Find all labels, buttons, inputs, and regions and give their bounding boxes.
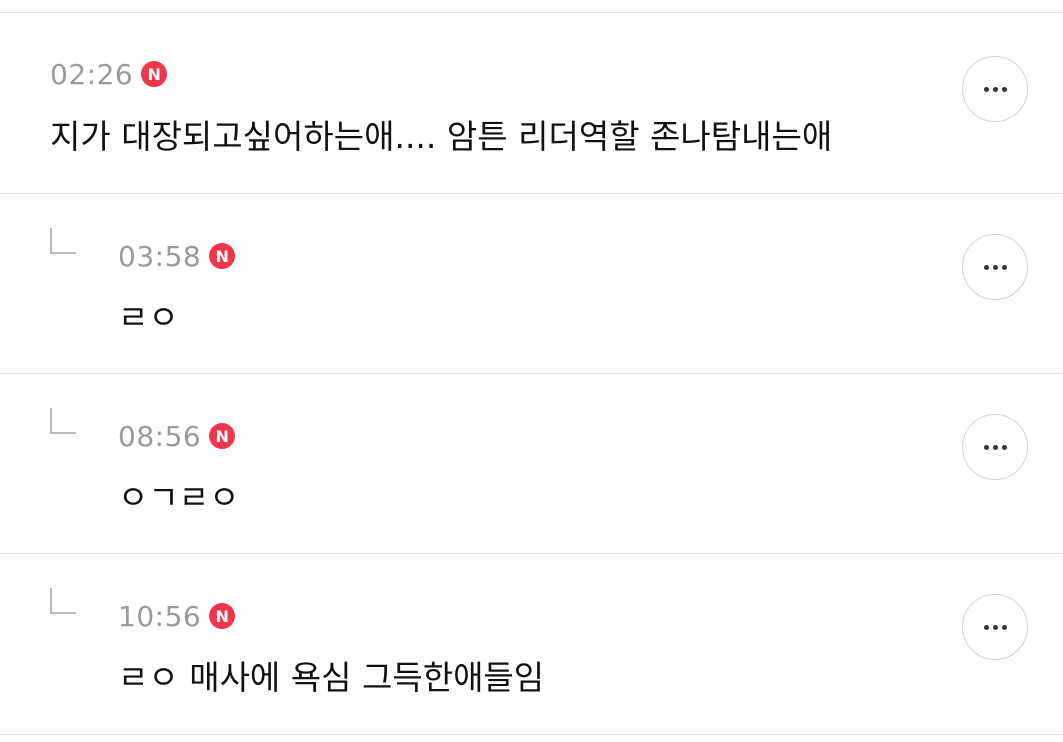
new-badge-icon: N	[141, 61, 168, 87]
reply-arrow-icon	[50, 228, 76, 254]
comment-text: ㅇㄱㄹㅇ	[118, 478, 240, 517]
comment-meta: 03:58 N	[118, 238, 236, 274]
comment-time: 03:58	[118, 239, 202, 273]
new-badge-icon: N	[209, 423, 236, 449]
reply-item: 03:58 N ㄹㅇ	[0, 194, 1063, 374]
more-options-button[interactable]	[962, 414, 1028, 480]
reply-item: 08:56 N ㅇㄱㄹㅇ	[0, 374, 1063, 554]
comment-item: 02:26 N 지가 대장되고싶어하는애.... 암튼 리더역할 존나탐내는애	[0, 13, 1063, 193]
comment-text: ㄹㅇ	[118, 298, 179, 337]
comment-meta: 02:26 N	[50, 56, 168, 92]
reply-item: 10:56 N ㄹㅇ 매사에 욕심 그득한애들임	[0, 554, 1063, 734]
more-horizontal-icon	[983, 86, 1007, 92]
more-options-button[interactable]	[962, 594, 1028, 660]
new-badge-icon: N	[209, 603, 236, 629]
reply-arrow-icon	[50, 588, 76, 614]
comment-time: 10:56	[118, 599, 202, 633]
comment-time: 02:26	[50, 57, 134, 91]
comment-meta: 08:56 N	[118, 418, 236, 454]
more-horizontal-icon	[983, 444, 1007, 450]
new-badge-icon: N	[209, 243, 236, 269]
comment-text: ㄹㅇ 매사에 욕심 그득한애들임	[118, 658, 545, 697]
more-horizontal-icon	[983, 624, 1007, 630]
comment-text: 지가 대장되고싶어하는애.... 암튼 리더역할 존나탐내는애	[50, 117, 833, 156]
more-horizontal-icon	[983, 264, 1007, 270]
comment-meta: 10:56 N	[118, 598, 236, 634]
divider	[0, 734, 1063, 735]
more-options-button[interactable]	[962, 56, 1028, 122]
comment-time: 08:56	[118, 419, 202, 453]
reply-arrow-icon	[50, 408, 76, 434]
more-options-button[interactable]	[962, 234, 1028, 300]
